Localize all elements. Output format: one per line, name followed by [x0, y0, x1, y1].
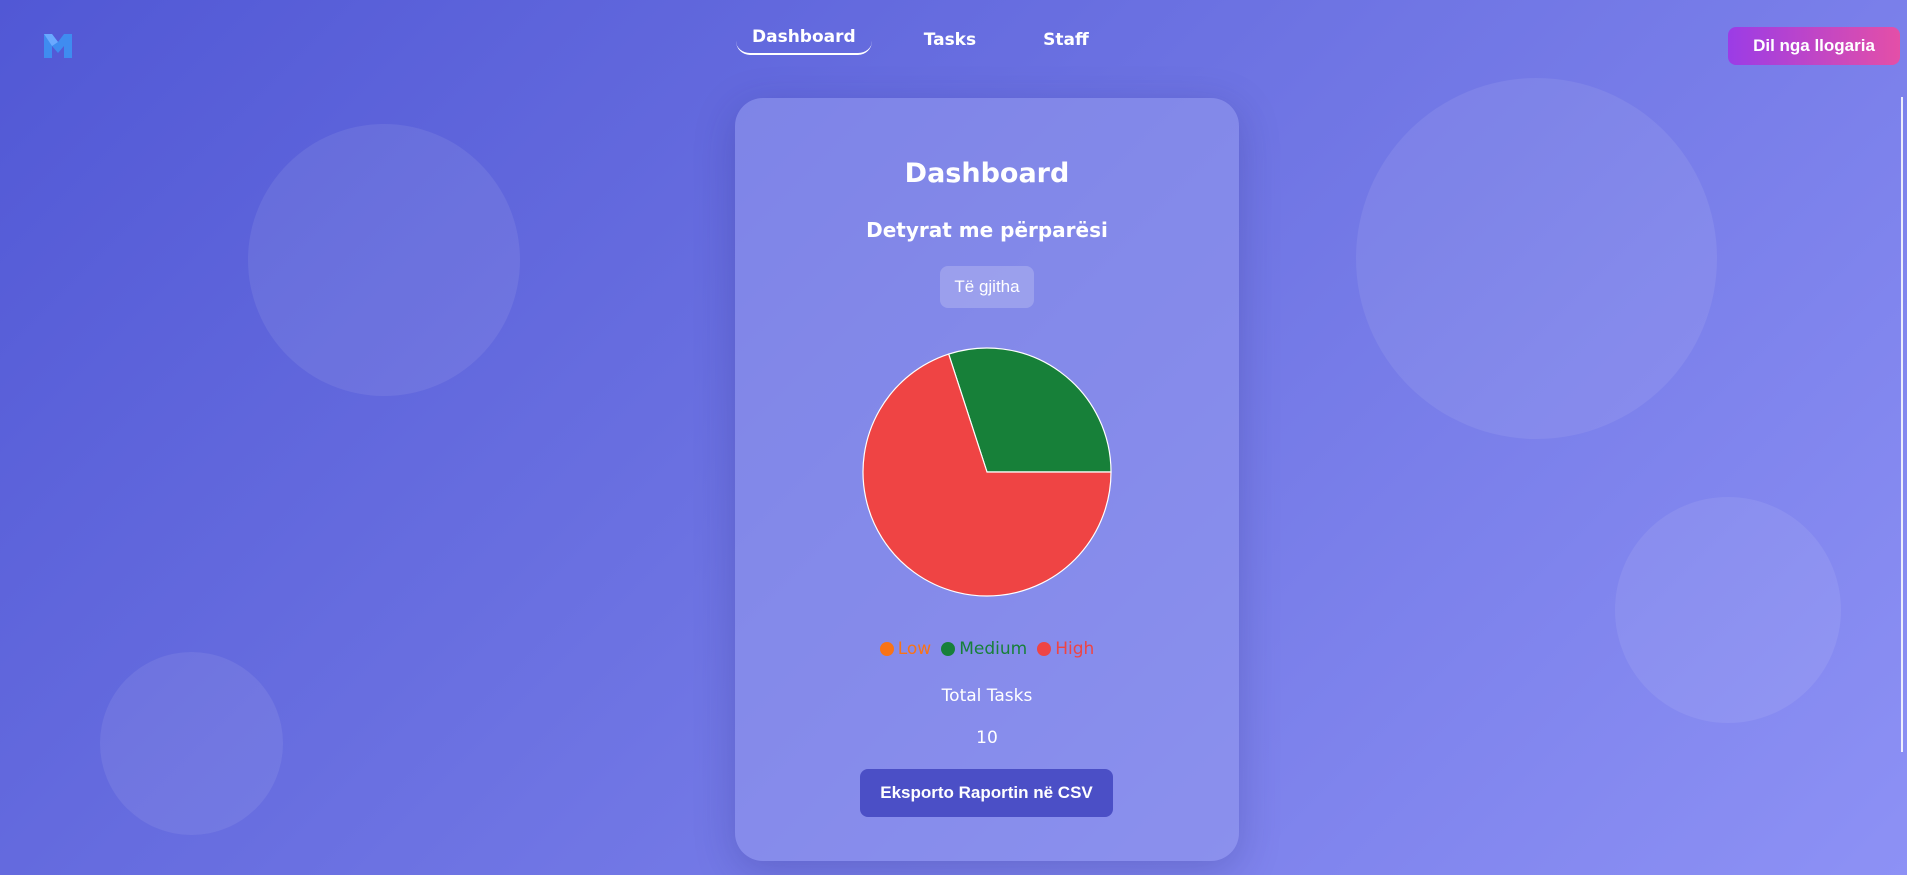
background-circle [248, 124, 520, 396]
legend-item-medium[interactable]: Medium [941, 639, 1027, 659]
export-csv-button[interactable]: Eksporto Raportin në CSV [860, 769, 1113, 817]
total-tasks-value: 10 [976, 728, 998, 748]
m-logo-icon[interactable] [42, 30, 74, 60]
legend-item-high[interactable]: High [1037, 639, 1094, 659]
top-navigation: Dashboard Tasks Staff [736, 24, 1089, 56]
chart-legend: Low Medium High [735, 639, 1239, 659]
total-tasks-label: Total Tasks [941, 686, 1033, 706]
page-title: Dashboard [904, 158, 1070, 189]
legend-dot-icon [879, 642, 894, 656]
nav-dashboard[interactable]: Dashboard [736, 25, 872, 55]
pie-chart-svg [862, 347, 1112, 597]
legend-label: Low [897, 639, 932, 659]
logout-button[interactable]: Dil nga llogaria [1728, 27, 1900, 65]
background-circle [100, 652, 283, 835]
legend-label: Medium [959, 639, 1028, 659]
priority-pie-chart [861, 346, 1113, 598]
background-circle [1615, 497, 1841, 723]
legend-dot-icon [1037, 642, 1052, 656]
scrollbar[interactable] [1901, 97, 1903, 752]
legend-dot-icon [941, 642, 956, 656]
legend-item-low[interactable]: Low [879, 639, 932, 659]
nav-staff[interactable]: Staff [1043, 30, 1089, 50]
section-subtitle: Detyrat me përparësi [866, 218, 1108, 242]
legend-label: High [1055, 639, 1095, 659]
filter-all-button[interactable]: Të gjitha [940, 266, 1034, 308]
nav-tasks[interactable]: Tasks [924, 30, 976, 50]
dashboard-card: Dashboard Detyrat me përparësi Të gjitha… [735, 98, 1239, 861]
background-circle [1356, 78, 1717, 439]
